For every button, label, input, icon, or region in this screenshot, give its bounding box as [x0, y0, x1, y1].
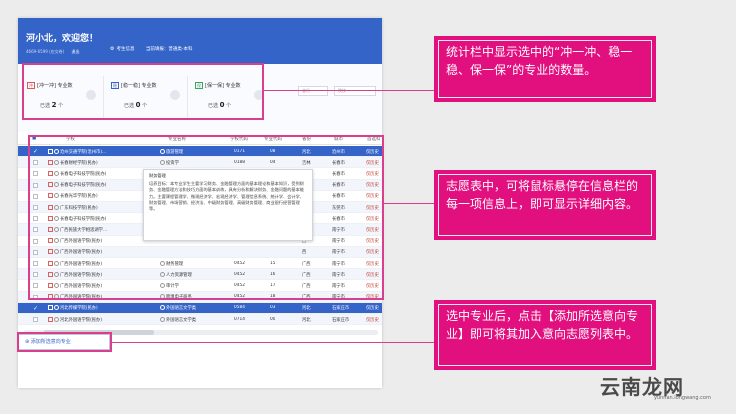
cell-major: 外国语言文学类 [160, 305, 230, 311]
cell-subject: 仅历史 [366, 306, 379, 312]
callout-add: 选中专业后，点击【添加所选意向专业】即可将其加入意向志愿列表中。 [434, 300, 656, 370]
province-select[interactable]: 省份 [298, 86, 328, 96]
info-icon [54, 316, 59, 322]
student-info-link[interactable]: 考生信息 [116, 47, 134, 52]
mode-label: 当前填报： [145, 47, 169, 52]
cell-city: 石家庄市 [332, 317, 350, 323]
highlight-stats [22, 63, 264, 120]
greeting: 河小北，欢迎您！ [26, 34, 99, 44]
cell-major-code: 00 [270, 316, 276, 322]
user-info: 4669-6599 (应交卷) 退出 [26, 49, 79, 55]
cell-province: 河北 [302, 317, 311, 323]
watermark-sub: yunnan.longwang.com [654, 395, 711, 401]
cell-school: 河北外国语学院(民办) [48, 316, 160, 323]
highlight-table [28, 135, 384, 300]
info-icon [54, 305, 59, 311]
app-header: 河小北，欢迎您！ 4669-6599 (应交卷) 退出 ⚙ 考生信息 当前填报：普… [18, 18, 382, 64]
highlight-add-button [17, 332, 112, 352]
gear-icon: ⚙ [110, 46, 115, 52]
cell-major-code: 03 [270, 305, 276, 311]
watermark-logo: 云南龙网 yunnan.longwang.com [600, 371, 711, 401]
cell-subject: 仅历史 [366, 317, 379, 323]
cell-school-code: 0584 [234, 305, 245, 311]
table-row[interactable]: 河北外国语学院(民办) 外国语言文学类 0714 00 河北 石家庄市 仅历史 [18, 314, 382, 326]
cell-school: 河北传媒学院(民办) [48, 305, 160, 311]
connector-line [264, 90, 434, 91]
callout-stats: 统计栏中显示选中的“冲一冲、稳一稳、保一保”的专业的数量。 [434, 36, 656, 102]
mode-value: 普通类-本科 [168, 47, 193, 52]
cell-major: 外国语言文学类 [160, 316, 230, 323]
header-nav: ⚙ 考生信息 当前填报：普通类-本科 [110, 46, 203, 52]
info-icon [160, 316, 165, 322]
connector-line [384, 203, 434, 204]
cell-city: 石家庄市 [332, 306, 350, 312]
cell-school-code: 0714 [234, 316, 245, 322]
connector-line [112, 342, 434, 343]
school-select[interactable]: 院校 [334, 86, 376, 96]
school-icon [48, 316, 53, 322]
school-icon [48, 305, 53, 311]
user-id: 4669-6599 (应交卷) [26, 49, 65, 54]
callout-table: 志愿表中，可将鼠标悬停在信息栏的每一项信息上，即可显示详细内容。 [434, 170, 656, 240]
logout-link[interactable]: 退出 [71, 49, 79, 54]
table-row[interactable]: ✓ 河北传媒学院(民办) 外国语言文学类 0584 03 河北 石家庄市 仅历史 [18, 302, 382, 314]
row-checkbox[interactable] [33, 317, 38, 322]
cell-province: 河北 [302, 306, 311, 312]
check-icon[interactable]: ✓ [33, 305, 38, 312]
info-icon [160, 305, 165, 311]
